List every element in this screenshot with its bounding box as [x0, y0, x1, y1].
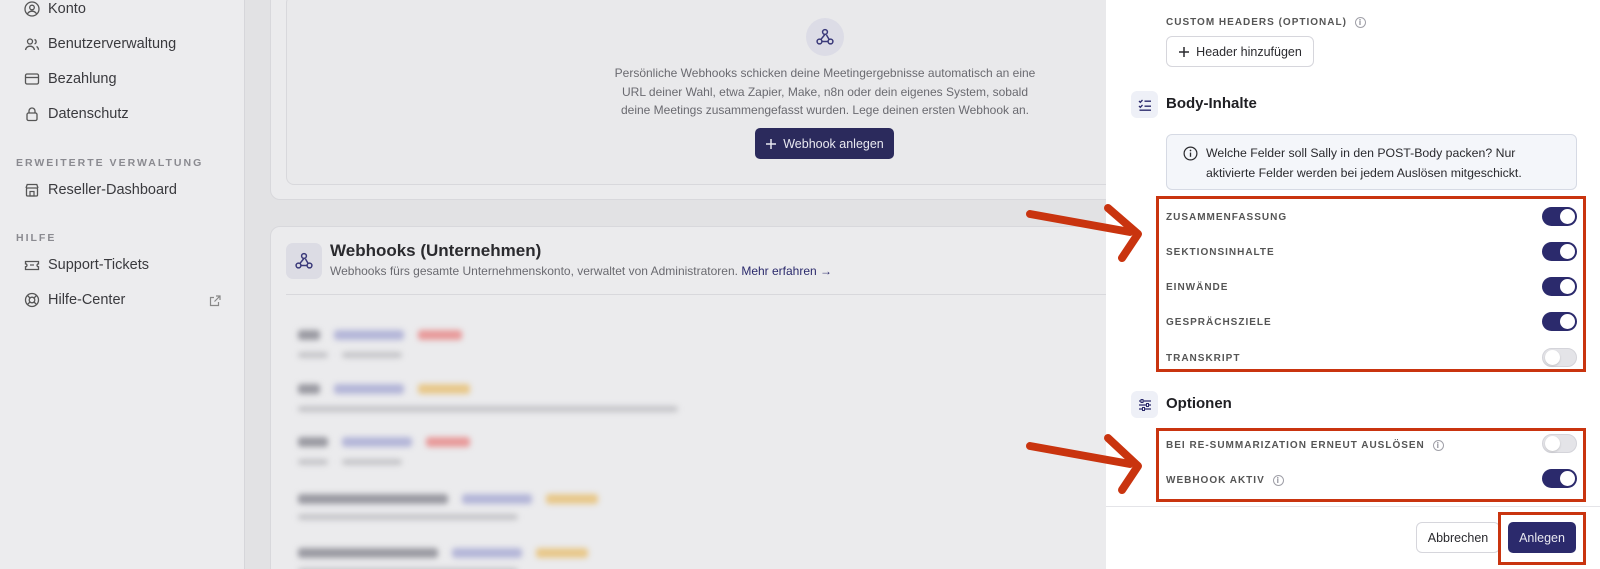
company-webhooks-icon-box	[286, 243, 322, 279]
cancel-label: Abbrechen	[1427, 530, 1489, 545]
table-row-sub	[298, 453, 416, 471]
create-webhook-label: Webhook anlegen	[783, 136, 884, 151]
section-label-help: HILFE	[16, 232, 57, 244]
empty-state-icon-circle	[806, 18, 844, 56]
sidebar-item-label: Datenschutz	[48, 106, 129, 122]
body-section-title: Body-Inhalte	[1166, 95, 1257, 112]
sidebar-item-bezahlung[interactable]: Bezahlung	[24, 71, 117, 87]
external-link-icon	[209, 295, 221, 307]
learn-more-link[interactable]: Mehr erfahren →	[741, 264, 832, 278]
plus-icon	[766, 138, 777, 149]
arrow-annotation-body-icon	[1026, 204, 1142, 262]
sidebar-item-datenschutz[interactable]: Datenschutz	[24, 106, 129, 122]
body-info-box: Welche Felder soll Sally in den POST-Bod…	[1166, 134, 1577, 190]
info-icon: i	[1354, 17, 1366, 28]
body-info-text: Welche Felder soll Sally in den POST-Bod…	[1206, 146, 1522, 180]
sidebar-item-benutzerverwaltung[interactable]: Benutzerverwaltung	[24, 36, 176, 52]
sidebar-item-konto[interactable]: Konto	[24, 1, 86, 17]
custom-headers-label: CUSTOM HEADERS (OPTIONAL) i	[1166, 17, 1366, 28]
users-icon	[24, 38, 40, 51]
sidebar-item-label: Benutzerverwaltung	[48, 36, 177, 52]
table-row-sub	[298, 346, 416, 364]
section-icon-options	[1131, 391, 1158, 418]
options-section-title: Optionen	[1166, 395, 1232, 412]
store-icon	[25, 183, 39, 197]
list-check-icon	[1138, 99, 1151, 111]
section-label-advanced: ERWEITERTE VERWALTUNG	[16, 157, 204, 169]
lifebuoy-icon	[24, 292, 40, 308]
section-icon-body	[1131, 91, 1158, 118]
highlight-body-fields	[1156, 196, 1586, 372]
table-row-sub	[298, 400, 692, 418]
lock-icon	[26, 107, 38, 122]
table-row[interactable]	[298, 380, 484, 398]
sidebar-item-label: Support-Tickets	[48, 257, 149, 273]
credit-card-icon	[24, 73, 40, 85]
sidebar-item-label: Bezahlung	[48, 71, 117, 87]
empty-state-text: Persönliche Webhooks schicken deine Meet…	[614, 66, 1036, 117]
sidebar-item-reseller-dashboard[interactable]: Reseller-Dashboard	[24, 182, 177, 198]
highlight-submit	[1498, 512, 1586, 565]
table-row[interactable]	[298, 544, 602, 562]
add-header-label: Header hinzufügen	[1196, 44, 1302, 59]
company-webhooks-title: Webhooks (Unternehmen)	[330, 241, 542, 260]
sliders-icon	[1138, 398, 1151, 411]
sidebar-item-hilfe-center[interactable]: Hilfe-Center	[24, 292, 125, 308]
cancel-button[interactable]: Abbrechen	[1416, 522, 1500, 553]
table-row[interactable]	[298, 490, 612, 508]
sidebar-item-label: Reseller-Dashboard	[48, 182, 177, 198]
table-row[interactable]	[298, 433, 484, 451]
company-webhooks-subtitle-text: Webhooks fürs gesamte Unternehmenskonto,…	[330, 264, 738, 278]
divider	[286, 294, 1136, 295]
sidebar-item-label: Hilfe-Center	[48, 292, 126, 308]
create-webhook-button[interactable]: Webhook anlegen	[755, 128, 894, 159]
custom-headers-label-text: CUSTOM HEADERS (OPTIONAL)	[1166, 17, 1347, 29]
webhook-icon	[816, 28, 834, 45]
user-circle-icon	[24, 1, 40, 17]
sidebar-item-support-tickets[interactable]: Support-Tickets	[24, 257, 149, 273]
sidebar-item-label: Konto	[48, 1, 86, 17]
company-webhooks-subtitle: Webhooks fürs gesamte Unternehmenskonto,…	[330, 264, 832, 278]
sidebar: Konto Benutzerverwaltung Bezahlung Daten…	[0, 0, 245, 569]
drawer-footer-divider	[1106, 506, 1600, 507]
webhook-icon	[295, 252, 313, 269]
plus-icon	[1179, 46, 1190, 57]
arrow-annotation-options-icon	[1026, 434, 1142, 494]
info-circle-icon	[1183, 146, 1198, 161]
table-row-sub	[298, 562, 532, 569]
highlight-options	[1156, 428, 1586, 502]
add-header-button[interactable]: Header hinzufügen	[1166, 36, 1314, 67]
table-row[interactable]	[298, 326, 476, 344]
ticket-icon	[24, 260, 40, 271]
table-row-sub	[298, 508, 532, 526]
